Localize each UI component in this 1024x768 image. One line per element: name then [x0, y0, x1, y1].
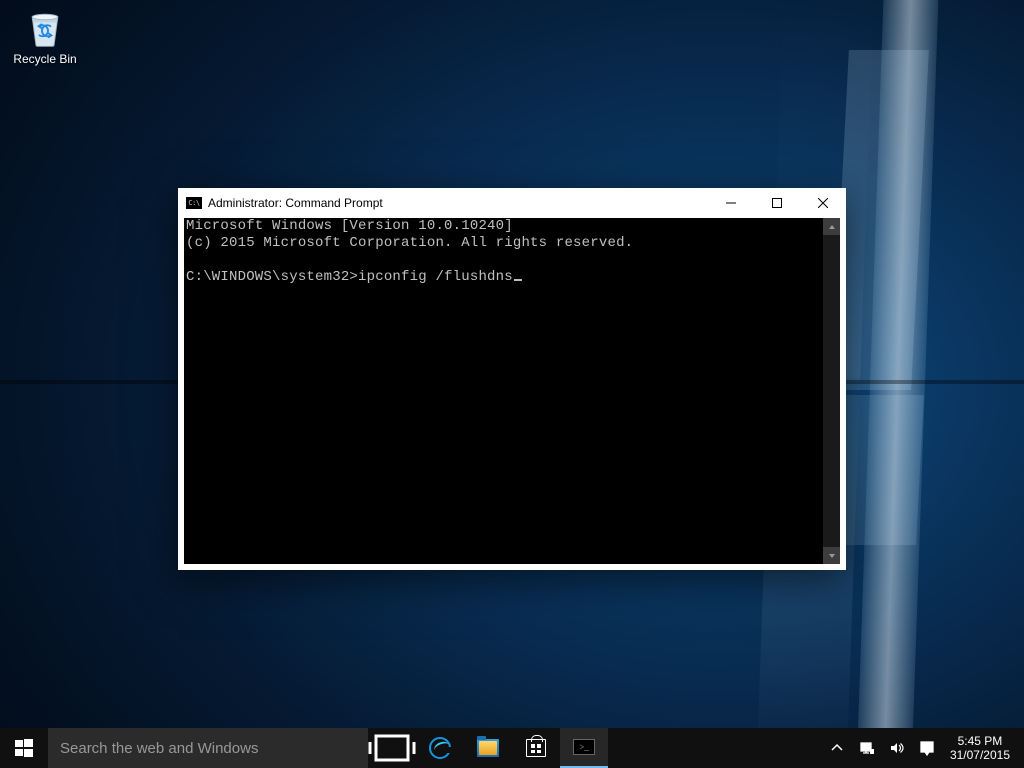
command-prompt-window[interactable]: Administrator: Command Prompt Microsoft …: [178, 188, 846, 570]
speaker-icon: [889, 740, 905, 756]
terminal-body[interactable]: Microsoft Windows [Version 10.0.10240] (…: [184, 218, 840, 564]
tray-network-button[interactable]: [852, 740, 882, 756]
network-icon: [859, 740, 875, 756]
clock-time: 5:45 PM: [950, 734, 1010, 748]
search-input[interactable]: [60, 740, 356, 757]
clock-date: 31/07/2015: [950, 748, 1010, 762]
search-box[interactable]: [48, 728, 368, 768]
edge-icon: [429, 737, 451, 759]
recycle-bin-icon: [23, 6, 67, 50]
store-icon: [526, 739, 546, 757]
maximize-button[interactable]: [754, 188, 800, 218]
terminal-output: Microsoft Windows [Version 10.0.10240] (…: [186, 218, 823, 286]
minimize-button[interactable]: [708, 188, 754, 218]
taskbar-app-edge[interactable]: [416, 728, 464, 768]
close-button[interactable]: [800, 188, 846, 218]
scrollbar[interactable]: [823, 218, 840, 564]
scroll-up-button[interactable]: [823, 218, 840, 235]
system-tray: 5:45 PM 31/07/2015: [822, 728, 1024, 768]
start-button[interactable]: [0, 728, 48, 768]
taskbar-clock[interactable]: 5:45 PM 31/07/2015: [942, 734, 1018, 762]
tray-notifications-button[interactable]: [912, 740, 942, 756]
window-title: Administrator: Command Prompt: [208, 196, 383, 210]
chevron-up-icon: [829, 740, 845, 756]
taskbar-app-store[interactable]: [512, 728, 560, 768]
folder-icon: [477, 739, 499, 757]
cursor-icon: [514, 279, 522, 281]
tray-overflow-button[interactable]: [822, 740, 852, 756]
taskbar-app-cmd[interactable]: >_: [560, 728, 608, 768]
titlebar[interactable]: Administrator: Command Prompt: [178, 188, 846, 218]
task-view-icon: [368, 730, 416, 766]
task-view-button[interactable]: [368, 728, 416, 768]
desktop-icon-label: Recycle Bin: [8, 52, 82, 66]
notifications-icon: [919, 740, 935, 756]
tray-volume-button[interactable]: [882, 740, 912, 756]
scroll-down-button[interactable]: [823, 547, 840, 564]
scroll-track[interactable]: [823, 235, 840, 547]
windows-icon: [15, 739, 33, 757]
taskbar: >_ 5:45 PM 31/07/2015: [0, 728, 1024, 768]
taskbar-app-file-explorer[interactable]: [464, 728, 512, 768]
cmd-icon: >_: [573, 739, 595, 755]
cmd-icon: [186, 197, 202, 209]
desktop-icon-recycle-bin[interactable]: Recycle Bin: [8, 6, 82, 66]
